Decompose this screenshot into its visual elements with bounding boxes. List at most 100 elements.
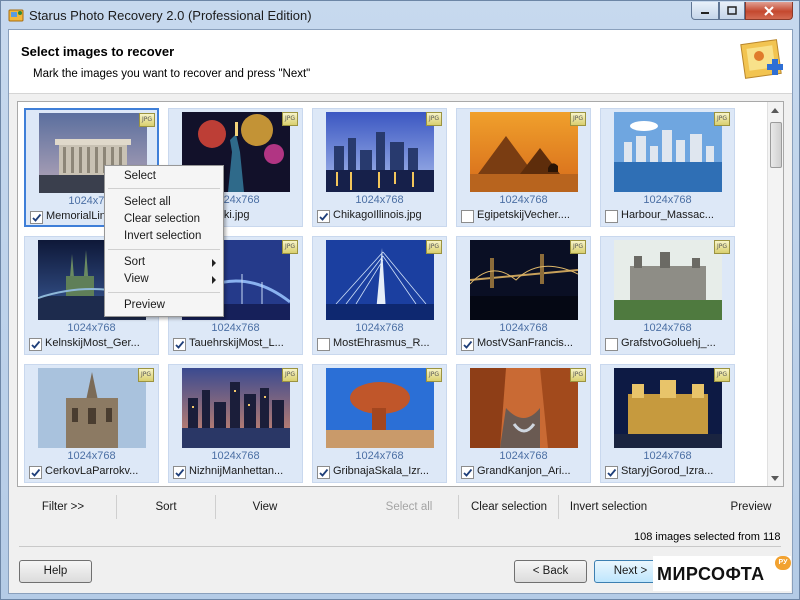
image-checkbox[interactable] — [605, 210, 618, 223]
filter-button[interactable]: Filter >> — [17, 492, 109, 522]
image-thumbnail[interactable] — [470, 112, 578, 192]
image-tile[interactable]: JPG 1024x768 GrandKanjon_Ari... — [456, 364, 591, 483]
maximize-icon — [727, 5, 737, 15]
image-checkbox[interactable] — [317, 466, 330, 479]
watermark-badge: РУ — [775, 556, 791, 570]
minimize-button[interactable] — [691, 2, 719, 20]
image-filename: StaryjGorod_Izra... — [621, 465, 714, 477]
select-all-button[interactable]: Select all — [360, 492, 458, 522]
sort-button[interactable]: Sort — [117, 492, 215, 522]
image-checkbox[interactable] — [461, 210, 474, 223]
vertical-scrollbar[interactable] — [767, 102, 783, 486]
image-checkbox[interactable] — [29, 338, 42, 351]
clear-selection-button[interactable]: Clear selection — [460, 492, 558, 522]
view-button[interactable]: View — [216, 492, 314, 522]
image-filename: Harbour_Massac... — [621, 209, 714, 221]
image-thumbnail[interactable] — [470, 368, 578, 448]
image-tile[interactable]: JPG 1024x768 GrafstvoGoluehj_... — [600, 236, 735, 355]
image-checkbox[interactable] — [461, 338, 474, 351]
menu-item-select-all[interactable]: Select all — [105, 194, 223, 211]
checkmark-icon — [175, 468, 185, 477]
preview-button[interactable]: Preview — [707, 492, 795, 522]
image-tile[interactable]: JPG 1024x768 Harbour_Massac... — [600, 108, 735, 227]
image-tile[interactable]: JPG 1024x768 EgipetskijVecher.... — [456, 108, 591, 227]
page-title: Select images to recover — [21, 44, 175, 59]
image-checkbox[interactable] — [173, 466, 186, 479]
menu-separator — [108, 292, 220, 293]
image-thumbnail[interactable] — [470, 240, 578, 320]
menu-item-clear-selection[interactable]: Clear selection — [105, 211, 223, 228]
title-bar[interactable]: Starus Photo Recovery 2.0 (Professional … — [1, 1, 799, 29]
image-filename: KelnskijMost_Ger... — [45, 337, 140, 349]
checkmark-icon — [319, 212, 329, 221]
checkmark-icon — [463, 340, 473, 349]
jpg-file-icon: JPG — [139, 113, 155, 127]
image-thumbnail[interactable] — [614, 240, 722, 320]
image-tile[interactable]: JPG 1024x768 MostEhrasmus_R... — [312, 236, 447, 355]
menu-item-view[interactable]: View — [105, 271, 223, 288]
jpg-file-icon: JPG — [714, 368, 730, 382]
image-checkbox[interactable] — [461, 466, 474, 479]
image-thumbnail[interactable] — [326, 368, 434, 448]
jpg-file-icon: JPG — [570, 112, 586, 126]
image-checkbox[interactable] — [605, 466, 618, 479]
maximize-button[interactable] — [719, 2, 745, 20]
scroll-down-icon[interactable] — [771, 476, 779, 481]
jpg-file-icon: JPG — [282, 368, 298, 382]
image-tile[interactable]: JPG 1024x768 MostVSanFrancis... — [456, 236, 591, 355]
jpg-file-icon: JPG — [570, 368, 586, 382]
image-dimensions: 1024x768 — [643, 450, 692, 462]
image-dimensions: 1024x768 — [211, 322, 260, 334]
jpg-file-icon: JPG — [282, 112, 298, 126]
image-tile[interactable]: JPG 1024x768 ChikagoIllinois.jpg — [312, 108, 447, 227]
scroll-thumb[interactable] — [770, 122, 782, 168]
image-checkbox[interactable] — [173, 338, 186, 351]
toolbar-separator — [558, 495, 559, 519]
image-checkbox[interactable] — [317, 338, 330, 351]
jpg-file-icon: JPG — [714, 240, 730, 254]
image-tile[interactable]: JPG 1024x768 NizhnijManhettan... — [168, 364, 303, 483]
image-tile[interactable]: JPG 1024x768 GribnajaSkala_Izr... — [312, 364, 447, 483]
menu-item-preview[interactable]: Preview — [105, 297, 223, 314]
image-dimensions: 1024x768 — [67, 450, 116, 462]
image-thumbnail[interactable] — [182, 368, 290, 448]
invert-selection-button[interactable]: Invert selection — [560, 492, 657, 522]
watermark-text: МИРСОФТА — [657, 564, 765, 584]
close-button[interactable] — [745, 2, 793, 20]
image-checkbox[interactable] — [29, 466, 42, 479]
scroll-up-icon[interactable] — [771, 108, 779, 113]
selection-status: 108 images selected from 118 — [634, 531, 781, 543]
jpg-file-icon: JPG — [426, 368, 442, 382]
page-subtitle: Mark the images you want to recover and … — [33, 68, 311, 80]
image-thumbnail[interactable] — [38, 368, 146, 448]
image-checkbox[interactable] — [317, 210, 330, 223]
menu-item-label: Select — [124, 170, 156, 182]
image-tile[interactable]: JPG 1024x768 StaryjGorod_Izra... — [600, 364, 735, 483]
menu-item-select[interactable]: Select — [105, 168, 223, 185]
jpg-file-icon: JPG — [714, 112, 730, 126]
image-dimensions: 1024x768 — [67, 322, 116, 334]
menu-item-label: Select all — [124, 196, 171, 208]
image-dimensions: 1024x768 — [355, 322, 404, 334]
checkmark-icon — [31, 340, 41, 349]
image-thumbnail[interactable] — [326, 240, 434, 320]
app-icon — [8, 9, 24, 22]
image-thumbnail[interactable] — [326, 112, 434, 192]
menu-item-sort[interactable]: Sort — [105, 254, 223, 271]
image-checkbox[interactable] — [605, 338, 618, 351]
back-button[interactable]: < Back — [514, 560, 587, 583]
help-button[interactable]: Help — [19, 560, 92, 583]
image-thumbnail[interactable] — [614, 368, 722, 448]
image-filename: EgipetskijVecher.... — [477, 209, 570, 221]
image-filename: GrafstvoGoluehj_... — [621, 337, 716, 349]
divider — [19, 546, 781, 547]
image-filename: MostVSanFrancis... — [477, 337, 573, 349]
jpg-file-icon: JPG — [426, 112, 442, 126]
menu-item-invert-selection[interactable]: Invert selection — [105, 228, 223, 245]
app-window: Starus Photo Recovery 2.0 (Professional … — [0, 0, 800, 600]
image-tile[interactable]: JPG 1024x768 CerkovLaParrokv... — [24, 364, 159, 483]
selection-toolbar: Filter >> Sort View Select all Clear sel… — [17, 492, 784, 524]
image-thumbnail[interactable] — [614, 112, 722, 192]
image-checkbox[interactable] — [30, 211, 43, 224]
image-filename: GrandKanjon_Ari... — [477, 465, 571, 477]
